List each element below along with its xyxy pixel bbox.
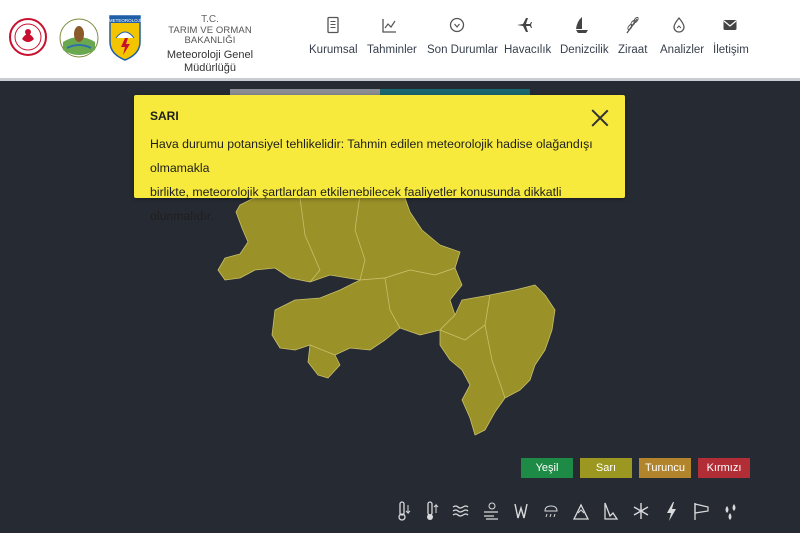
nav-iletisim[interactable]: İletişim: [713, 16, 749, 56]
windsock-icon[interactable]: [691, 498, 711, 524]
warning-alert: SARI Hava durumu potansiyel tehlikelidir…: [134, 95, 625, 223]
chart-icon: [367, 16, 411, 38]
sailboat-icon: [560, 16, 604, 38]
nav-label: Son Durumlar: [427, 44, 498, 56]
forest-fields-logo[interactable]: [57, 12, 101, 62]
nav-label: Havacılık: [504, 44, 552, 56]
map-region[interactable]: [271, 267, 463, 356]
compass-icon: [427, 16, 487, 38]
nav-kurumsal[interactable]: Kurumsal: [309, 16, 358, 56]
rain-icon[interactable]: [721, 498, 741, 524]
meteoroloji-logo[interactable]: METEOROLOJİ: [108, 12, 142, 62]
hazard-type-bar: [393, 498, 753, 524]
nav-son-durumlar[interactable]: Son Durumlar: [427, 16, 498, 56]
legend-sari[interactable]: Sarı: [580, 458, 632, 478]
legend-turuncu[interactable]: Turuncu: [639, 458, 691, 478]
cold-thermometer-icon[interactable]: [393, 498, 413, 524]
hot-thermometer-icon[interactable]: [421, 498, 441, 524]
document-icon: [309, 16, 357, 38]
lightning-icon[interactable]: [661, 498, 681, 524]
org-tc: T.C.: [201, 14, 219, 25]
plane-icon: [504, 16, 544, 38]
organization-name[interactable]: T.C. TARIM VE ORMAN BAKANLIĞI Meteoroloj…: [142, 14, 278, 75]
wind-icon[interactable]: [511, 498, 531, 524]
nav-label: Analizler: [660, 44, 705, 56]
legend-kirmizi[interactable]: Kırmızı: [698, 458, 750, 478]
avalanche-icon[interactable]: [571, 498, 591, 524]
ministry-logo[interactable]: [8, 12, 48, 62]
nav-label: Kurumsal: [309, 44, 358, 56]
snow-rain-icon[interactable]: [541, 498, 561, 524]
nav-tahminler[interactable]: Tahminler: [367, 16, 417, 56]
site-header: METEOROLOJİ T.C. TARIM VE ORMAN BAKANLIĞ…: [0, 0, 800, 78]
nav-analizler[interactable]: Analizler: [660, 16, 704, 56]
legend-yesil[interactable]: Yeşil: [521, 458, 573, 478]
wheat-icon: [618, 16, 646, 38]
close-icon[interactable]: [591, 109, 609, 127]
dust-icon[interactable]: [481, 498, 501, 524]
mail-icon: [713, 16, 747, 38]
alert-text-line2: birlikte, meteorolojik şartlardan etkile…: [150, 185, 562, 223]
snowflake-icon[interactable]: [631, 498, 651, 524]
nav-havacilik[interactable]: Havacılık: [504, 16, 551, 56]
map-region[interactable]: [439, 284, 556, 436]
nav-ziraat[interactable]: Ziraat: [618, 16, 648, 56]
org-mgm: Meteoroloji Genel Müdürlüğü: [166, 49, 254, 74]
nav-denizcilik[interactable]: Denizcilik: [560, 16, 609, 56]
nav-label: Ziraat: [618, 44, 648, 56]
nav-label: Denizcilik: [560, 44, 609, 56]
nav-label: İletişim: [713, 44, 749, 56]
meteoroloji-logo-text: METEOROLOJİ: [109, 17, 141, 23]
alert-text-line1: Hava durumu potansiyel tehlikelidir: Tah…: [150, 137, 593, 175]
alert-title: SARI: [150, 109, 179, 123]
ice-icon[interactable]: [601, 498, 621, 524]
nav-label: Tahminler: [367, 44, 417, 56]
fog-icon[interactable]: [450, 498, 470, 524]
org-ministry: TARIM VE ORMAN BAKANLIĞI: [168, 24, 252, 47]
drop-icon: [660, 16, 698, 38]
